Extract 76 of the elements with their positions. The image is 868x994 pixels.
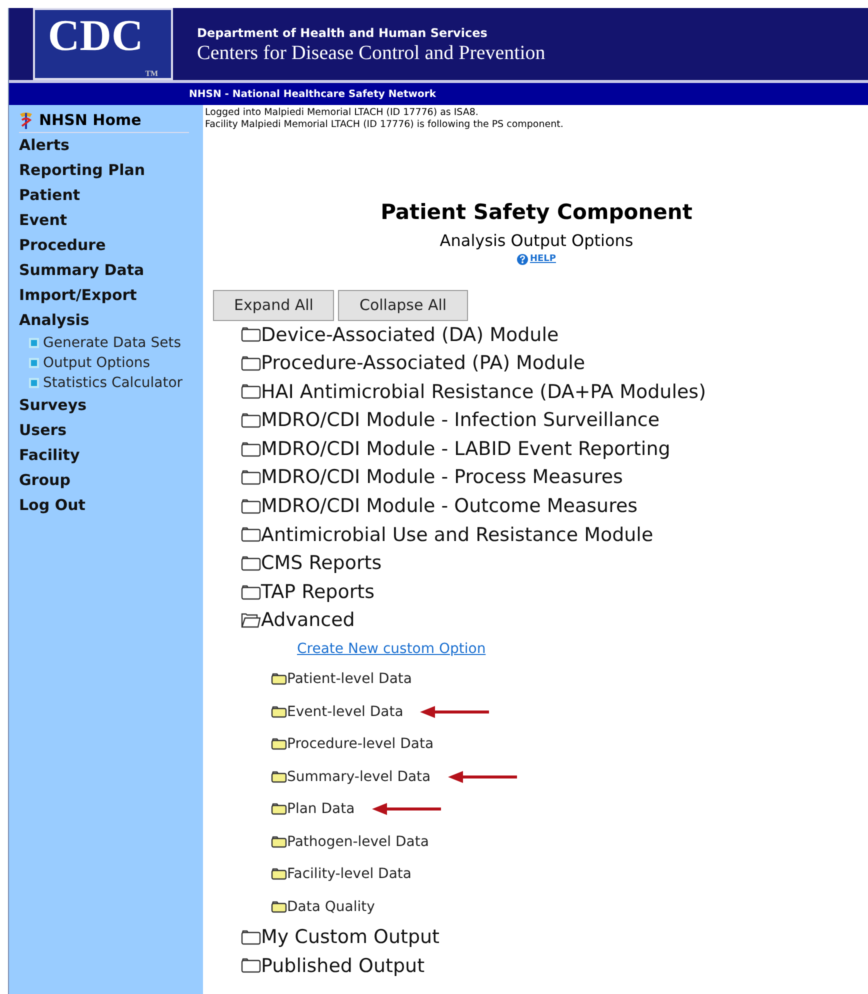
tree-node[interactable]: CMS Reports: [241, 549, 868, 578]
folder-icon: [271, 900, 287, 913]
folder-icon: [241, 556, 261, 572]
sidebar-item[interactable]: Group: [19, 468, 203, 492]
folder-icon: [271, 803, 287, 816]
department-title: Department of Health and Human Services: [197, 25, 488, 42]
folder-icon: [241, 498, 261, 514]
tree-node[interactable]: Summary-level Data: [271, 760, 431, 794]
tree-node[interactable]: My Custom Output: [241, 923, 868, 952]
page-subtitle: Analysis Output Options: [438, 230, 634, 252]
page-title: Patient Safety Component: [380, 199, 694, 226]
home-link[interactable]: NHSN Home: [19, 109, 189, 132]
tree-node[interactable]: MDRO/CDI Module - LABID Event Reporting: [241, 434, 868, 464]
folder-icon: [271, 706, 287, 718]
sidebar-item[interactable]: Alerts: [19, 132, 203, 158]
folder-icon: [241, 413, 261, 428]
create-option-link[interactable]: Create New custom Option: [297, 635, 486, 664]
sidebar-item[interactable]: Event: [19, 208, 203, 232]
sidebar-subitem[interactable]: Statistics Calculator: [19, 372, 203, 392]
tree-node[interactable]: Antimicrobial Use and Resistance Module: [241, 520, 868, 550]
folder-icon: [271, 836, 287, 848]
folder-icon: [271, 673, 287, 686]
sidebar-item[interactable]: Import/Export: [19, 282, 203, 308]
sidebar-item[interactable]: Users: [19, 418, 203, 442]
tree-node[interactable]: Device-Associated (DA) Module: [241, 320, 868, 350]
tree-node[interactable]: MDRO/CDI Module - Process Measures: [241, 463, 868, 492]
tree-node[interactable]: Published Output: [241, 952, 868, 980]
folder-icon: [241, 527, 261, 542]
folder-icon: [241, 327, 261, 342]
login-info: Facility Malpiedi Memorial LTACH (ID 17776) is following the PS component.: [205, 119, 564, 131]
caduceus-icon: [19, 111, 33, 130]
folder-icon: [241, 356, 261, 371]
sidebar-item[interactable]: Log Out: [19, 492, 203, 518]
bullet-icon: [29, 338, 39, 348]
sidebar-item[interactable]: Facility: [19, 442, 203, 468]
cdc-logo: CDC TM: [33, 8, 173, 80]
tree-node[interactable]: Procedure-level Data: [271, 728, 434, 761]
folder-icon: [241, 584, 261, 600]
tree-node[interactable]: MDRO/CDI Module - Outcome Measures: [241, 492, 868, 521]
tree-node[interactable]: MDRO/CDI Module - Infection Surveillance: [241, 406, 868, 435]
folder-icon: [241, 930, 261, 945]
tree-node[interactable]: Pathogen-level Data: [271, 826, 429, 858]
tree-node[interactable]: Data Quality: [271, 890, 375, 924]
login-info: Logged into Malpiedi Memorial LTACH (ID 17776) as ISA8.: [205, 107, 480, 119]
sidebar-item[interactable]: Patient: [19, 182, 203, 208]
folder-icon: [241, 442, 261, 457]
tree-node[interactable]: Event-level Data: [271, 696, 404, 728]
sidebar-item[interactable]: Surveys: [19, 392, 203, 418]
sidebar-item[interactable]: Procedure: [19, 232, 203, 258]
help-link[interactable]: HELP: [516, 252, 556, 266]
sidebar-item[interactable]: Reporting Plan: [19, 158, 203, 182]
toolbar-button[interactable]: Collapse All: [338, 290, 468, 320]
sidebar-subitem[interactable]: Output Options: [19, 352, 203, 372]
folder-icon: [241, 958, 261, 974]
folder-icon: [271, 770, 287, 783]
tree-node[interactable]: Facility-level Data: [271, 858, 412, 891]
folder-icon: [271, 868, 287, 880]
sidebar-item[interactable]: Summary Data: [19, 258, 203, 282]
bullet-icon: [29, 358, 39, 368]
sidebar-item[interactable]: Analysis: [19, 308, 203, 332]
agency-title: Centers for Disease Control and Prevention: [197, 42, 546, 64]
bullet-icon: [29, 378, 39, 388]
toolbar-button[interactable]: Expand All: [213, 290, 334, 320]
folder-icon: [271, 738, 287, 750]
open-folder-icon: [241, 613, 261, 628]
tree-node[interactable]: TAP Reports: [241, 578, 868, 606]
tree-node[interactable]: Plan Data: [271, 793, 355, 826]
tree-node[interactable]: HAI Antimicrobial Resistance (DA+PA Modules): [241, 378, 868, 406]
folder-icon: [241, 384, 261, 400]
help-icon: [516, 254, 528, 265]
tree-node[interactable]: Patient-level Data: [271, 663, 412, 696]
banner-title: NHSN - National Healthcare Safety Network: [189, 88, 436, 102]
tree-node[interactable]: Procedure-Associated (PA) Module: [241, 349, 868, 378]
sidebar-subitem[interactable]: Generate Data Sets: [19, 332, 203, 352]
folder-icon: [241, 470, 261, 486]
tree-node[interactable]: Advanced: [241, 606, 868, 636]
